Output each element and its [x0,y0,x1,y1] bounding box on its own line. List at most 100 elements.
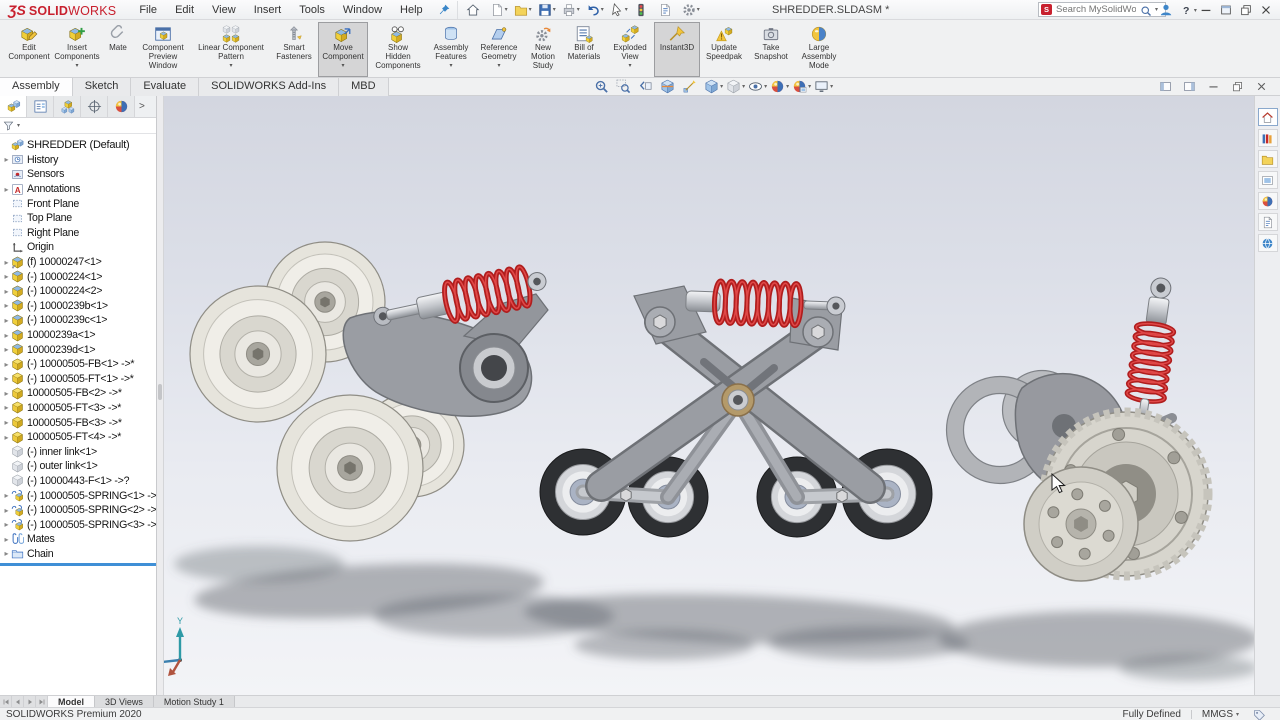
insert-components-button[interactable]: Insert Components▾ [52,22,102,77]
hide-show-items-button[interactable]: ▾ [748,79,767,94]
motion-study-1-tab[interactable]: Motion Study 1 [154,696,235,707]
tree-root-shredder[interactable]: ▸ SHREDDER (Default) [0,138,156,153]
expand-arrow-icon[interactable]: ▸ [2,258,11,267]
select-button[interactable]: ▾ [607,1,631,19]
featuremanager-tab[interactable] [0,96,27,117]
expand-arrow-icon[interactable]: ▸ [2,506,11,515]
tree-item-10000505-ft-1[interactable]: ▸ (-) 10000505-FT<1> ->* [0,372,156,387]
tree-item-10000505-spring-1[interactable]: ▸ (-) 10000505-SPRING<1> -> [0,488,156,503]
dropdown-caret-icon[interactable]: ▾ [1194,7,1197,14]
units-caret-icon[interactable]: ▾ [1236,711,1239,718]
expand-arrow-icon[interactable]: ▸ [2,301,11,310]
displaymanager-tab[interactable] [108,96,135,117]
zoom-to-fit-button[interactable]: ▾ [594,79,613,94]
assembly-features-button[interactable]: Assembly Features▾ [428,22,474,77]
dropdown-caret-icon[interactable]: ▾ [720,83,723,90]
model-sprocket-assembly-right[interactable] [947,276,1209,581]
tags-icon[interactable] [1253,708,1266,720]
dropdown-caret-icon[interactable]: ▾ [628,63,631,69]
expand-arrow-icon[interactable]: ▸ [2,491,11,500]
previous-view-button[interactable]: ▾ [638,79,657,94]
tree-item-history[interactable]: ▸ History [0,153,156,168]
mate-button[interactable]: Mate▾ [102,22,134,77]
tree-item-10000239b-1[interactable]: ▸ (-) 10000239b<1> [0,299,156,314]
search-box[interactable]: S ▾ [1038,2,1166,17]
model-wheel-tensioner-left[interactable] [190,242,550,541]
help-button[interactable]: ?▾ [1178,0,1198,20]
tree-item-front-plane[interactable]: ▸ Front Plane [0,196,156,211]
instant3d-button[interactable]: Instant3D▾ [654,22,700,77]
configurationmanager-tab[interactable] [54,96,81,117]
dimxpertmanager-tab[interactable] [81,96,108,117]
options-button[interactable]: ▾ [679,1,703,19]
tab-mbd[interactable]: MBD [339,78,388,96]
exploded-view-button[interactable]: Exploded View▾ [606,22,654,77]
pin-toolbar-icon[interactable] [438,3,451,16]
file-properties-button[interactable]: ▾ [655,1,679,19]
expand-arrow-icon[interactable]: ▸ [2,331,11,340]
tree-item-10000505-fb-3[interactable]: ▸ 10000505-FB<3> ->* [0,415,156,430]
edit-appearance-button[interactable]: ▾ [770,79,789,94]
dropdown-caret-icon[interactable]: ▾ [577,6,580,13]
dropdown-caret-icon[interactable]: ▾ [17,122,20,129]
dropdown-caret-icon[interactable]: ▾ [341,63,344,69]
dropdown-caret-icon[interactable]: ▾ [449,63,452,69]
maximize-button[interactable]: ▾ [1218,0,1238,20]
save-button[interactable]: ▾ [535,1,559,19]
large-assembly-mode-button[interactable]: Large Assembly Mode▾ [794,22,844,77]
dropdown-caret-icon[interactable]: ▾ [529,6,532,13]
tree-item-inner-link-1[interactable]: ▸ (-) inner link<1> [0,444,156,459]
taskpane-design-library-tab[interactable] [1258,129,1278,147]
open-button[interactable]: ▾ [511,1,535,19]
dropdown-caret-icon[interactable]: ▾ [229,63,232,69]
expand-arrow-icon[interactable]: ▸ [2,374,11,383]
splitter-grip[interactable] [158,384,162,400]
tab-solidworks-add-ins[interactable]: SOLIDWORKS Add-Ins [199,78,339,96]
menu-window[interactable]: Window [334,0,391,19]
expand-arrow-icon[interactable]: ▸ [2,345,11,354]
expand-arrow-icon[interactable]: ▸ [2,316,11,325]
restore-button[interactable]: ▾ [1238,0,1258,20]
expand-arrow-icon[interactable]: ▸ [2,549,11,558]
dropdown-caret-icon[interactable]: ▾ [830,83,833,90]
new-motion-study-button[interactable]: New Motion Study▾ [524,22,562,77]
tree-item-10000505-ft-3[interactable]: ▸ 10000505-FT<3> ->* [0,401,156,416]
tree-item-10000239a-1[interactable]: ▸ 10000239a<1> [0,328,156,343]
tree-item-10000443-f-1[interactable]: ▸ (-) 10000443-F<1> ->? [0,474,156,489]
expand-arrow-icon[interactable]: ▸ [2,520,11,529]
display-style-button[interactable]: ▾ [726,79,745,94]
tab-evaluate[interactable]: Evaluate [131,78,199,96]
first-frame-button[interactable] [0,696,12,707]
tree-item-mates[interactable]: ▸ Mates [0,532,156,547]
tree-item-10000505-spring-2[interactable]: ▸ (-) 10000505-SPRING<2> -> [0,503,156,518]
search-input[interactable] [1054,3,1138,16]
dropdown-caret-icon[interactable]: ▾ [505,6,508,13]
dropdown-caret-icon[interactable]: ▾ [75,63,78,69]
rebuild-button[interactable]: ▾ [631,1,655,19]
view-orientation-button[interactable]: ▾ [704,79,723,94]
tree-item-10000239c-1[interactable]: ▸ (-) 10000239c<1> [0,313,156,328]
tree-item-10000505-spring-3[interactable]: ▸ (-) 10000505-SPRING<3> -> [0,517,156,532]
taskpane-forum-tab[interactable] [1258,234,1278,252]
view-settings-button[interactable]: ▾ [814,79,833,94]
tree-item-10000224-2[interactable]: ▸ (-) 10000224<2> [0,284,156,299]
tree-item-chain[interactable]: ▸ Chain [0,547,156,562]
close-button[interactable]: ▾ [1258,0,1278,20]
zoom-to-area-button[interactable]: ▾ [616,79,635,94]
dynamic-annotation-views-button[interactable]: ▾ [682,79,701,94]
next-frame-button[interactable] [24,696,36,707]
tree-item-10000505-fb-2[interactable]: ▸ 10000505-FB<2> ->* [0,386,156,401]
menu-view[interactable]: View [203,0,245,19]
apply-scene-button[interactable]: ▾ [792,79,811,94]
tree-splitter[interactable] [0,563,156,566]
dropdown-caret-icon[interactable]: ▾ [697,6,700,13]
last-frame-button[interactable] [36,696,48,707]
search-icon[interactable] [1140,4,1152,16]
dropdown-caret-icon[interactable]: ▾ [808,83,811,90]
component-preview-window-button[interactable]: Component Preview Window▾ [134,22,192,77]
model-x-linkage-center[interactable] [540,280,932,539]
menu-insert[interactable]: Insert [245,0,291,19]
print-button[interactable]: ▾ [559,1,583,19]
dropdown-caret-icon[interactable]: ▾ [553,6,556,13]
expand-arrow-icon[interactable]: ▸ [2,155,11,164]
